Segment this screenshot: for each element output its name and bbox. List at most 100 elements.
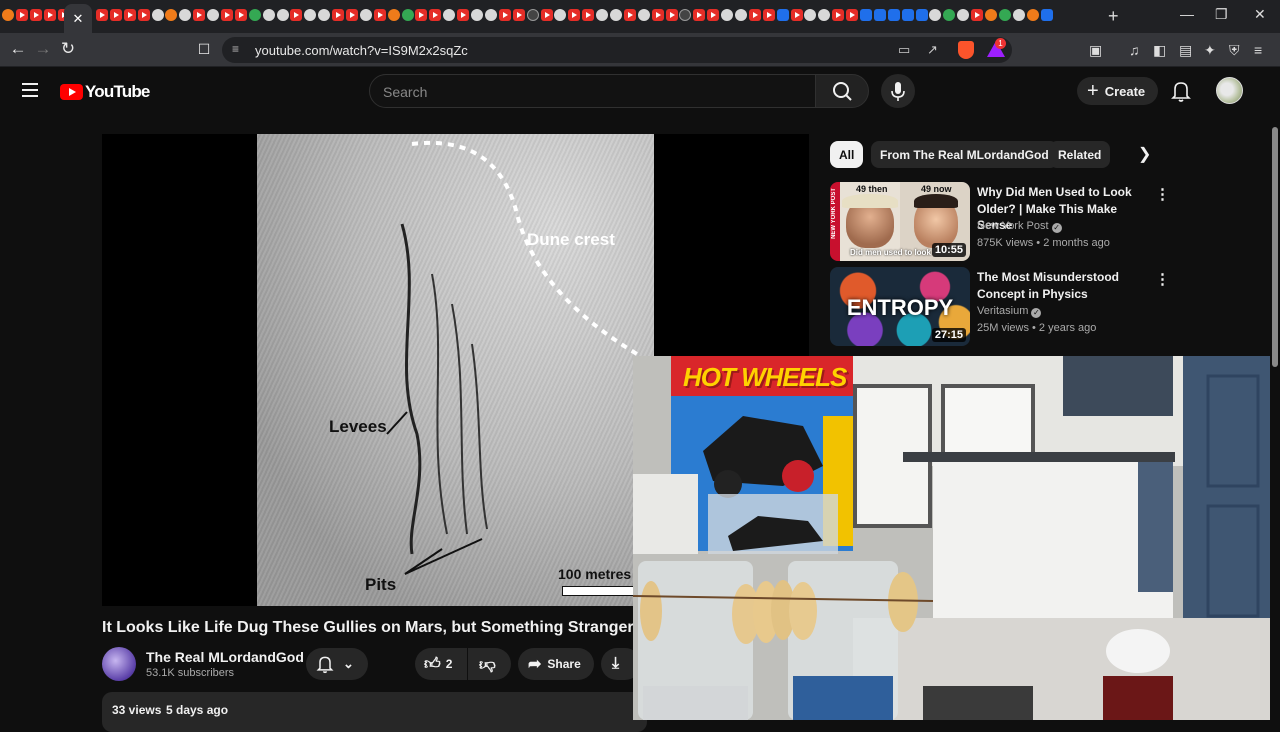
tab-favicon-icon[interactable]	[957, 9, 970, 21]
tab-favicon-icon[interactable]	[415, 9, 428, 21]
scrollbar-thumb[interactable]	[1272, 127, 1278, 367]
tab-favicon-icon[interactable]	[887, 9, 900, 21]
back-icon[interactable]: ←	[7, 39, 29, 59]
tab-favicon-icon[interactable]	[943, 9, 956, 21]
tab-close-icon[interactable]: ✕	[73, 11, 84, 27]
tab-favicon-icon[interactable]	[985, 9, 997, 21]
brave-shields-icon[interactable]	[958, 41, 974, 59]
search-input[interactable]: Search	[369, 74, 816, 108]
tab-favicon-icon[interactable]	[582, 9, 595, 21]
tab-favicon-icon[interactable]	[790, 9, 803, 21]
tab-favicon-icon[interactable]	[193, 9, 206, 21]
cast-icon[interactable]: ▭	[898, 42, 910, 58]
tab-favicon-icon[interactable]	[29, 9, 42, 21]
tab-favicon-icon[interactable]	[471, 9, 484, 21]
tab-favicon-icon[interactable]	[596, 9, 609, 21]
tab-favicon-icon[interactable]	[151, 9, 164, 21]
tab-favicon-icon[interactable]	[721, 9, 734, 21]
tab-favicon-icon[interactable]	[498, 9, 511, 21]
tab-favicon-icon[interactable]	[1040, 9, 1053, 21]
tab-favicon-icon[interactable]	[859, 9, 872, 21]
tab-favicon-icon[interactable]	[915, 9, 928, 21]
tab-favicon-icon[interactable]	[429, 9, 442, 21]
dislike-button[interactable]: 👍︎	[468, 648, 511, 680]
tab-favicon-icon[interactable]	[373, 9, 386, 21]
tab-favicon-icon[interactable]	[873, 9, 886, 21]
share-page-icon[interactable]: ↗	[927, 42, 938, 58]
youtube-logo[interactable]: YouTube	[60, 82, 150, 102]
chip-related[interactable]: Related	[1049, 141, 1111, 168]
site-info-icon[interactable]: ≡	[232, 42, 239, 56]
tab-favicon-icon[interactable]	[526, 9, 539, 21]
background-tabs[interactable]	[96, 9, 1096, 23]
screenshot-icon[interactable]: ▣	[1089, 42, 1102, 59]
tab-favicon-icon[interactable]	[262, 9, 275, 21]
tab-favicon-icon[interactable]	[15, 9, 28, 21]
active-tab[interactable]: ✕	[64, 4, 92, 33]
chip-from-channel[interactable]: From The Real MLordandGod	[871, 141, 1058, 168]
tab-favicon-icon[interactable]	[734, 9, 747, 21]
tab-favicon-icon[interactable]	[693, 9, 706, 21]
tab-favicon-icon[interactable]	[359, 9, 372, 21]
tab-favicon-icon[interactable]	[137, 9, 150, 21]
recommendation-channel[interactable]: Veritasium ✓	[977, 305, 1042, 318]
tab-favicon-icon[interactable]	[762, 9, 775, 21]
tab-favicon-icon[interactable]	[665, 9, 678, 21]
tab-favicon-icon[interactable]	[832, 9, 845, 21]
tab-favicon-icon[interactable]	[679, 9, 692, 21]
tab-favicon-icon[interactable]	[346, 9, 359, 21]
reload-icon[interactable]: ↻	[57, 39, 79, 59]
tab-favicon-icon[interactable]	[179, 9, 192, 21]
maximize-button[interactable]: ❐	[1215, 6, 1228, 23]
menu-icon[interactable]: ≡	[1254, 42, 1262, 58]
tab-favicon-icon[interactable]	[332, 9, 345, 21]
minimize-button[interactable]: —	[1180, 6, 1194, 22]
tab-favicon-icon[interactable]	[304, 9, 317, 21]
tab-favicon-icon[interactable]	[318, 9, 331, 21]
tab-favicon-icon[interactable]	[165, 9, 178, 21]
chevron-right-icon[interactable]: ❯	[1138, 144, 1151, 164]
bookmark-icon[interactable]: ☐	[193, 41, 215, 58]
tab-favicon-icon[interactable]	[234, 9, 247, 21]
tab-favicon-icon[interactable]	[207, 9, 220, 21]
tab-favicon-icon[interactable]	[748, 9, 761, 21]
new-tab-button[interactable]: +	[1108, 6, 1119, 27]
tab-favicon-icon[interactable]	[637, 9, 650, 21]
url-text[interactable]: youtube.com/watch?v=IS9M2x2sqZc	[255, 43, 468, 58]
share-button[interactable]: ➦ Share	[518, 648, 594, 680]
guide-menu-icon[interactable]	[22, 83, 38, 97]
tab-favicon-icon[interactable]	[387, 9, 400, 21]
description-box[interactable]: 33 views 5 days ago	[102, 692, 647, 732]
media-icon[interactable]: ♫	[1129, 42, 1140, 58]
chip-all[interactable]: All	[830, 141, 864, 168]
address-bar[interactable]: ≡ youtube.com/watch?v=IS9M2x2sqZc ▭ ↗	[222, 37, 1012, 63]
tab-favicon-icon[interactable]	[901, 9, 914, 21]
tab-favicon-icon[interactable]	[971, 9, 984, 21]
search-button[interactable]	[815, 74, 869, 108]
tab-favicon-icon[interactable]	[443, 9, 456, 21]
more-actions-icon[interactable]: ⋮	[1155, 185, 1170, 203]
tab-favicon-icon[interactable]	[651, 9, 664, 21]
tab-favicon-icon[interactable]	[221, 9, 234, 21]
tab-favicon-icon[interactable]	[623, 9, 636, 21]
sidebar-icon[interactable]: ◧	[1153, 42, 1166, 59]
notifications-button[interactable]	[1169, 79, 1193, 108]
tab-favicon-icon[interactable]	[568, 9, 581, 21]
tab-favicon-icon[interactable]	[512, 9, 525, 21]
wallet-icon[interactable]: ▤	[1179, 42, 1192, 59]
tab-favicon-icon[interactable]	[554, 9, 567, 21]
tab-favicon-icon[interactable]	[484, 9, 497, 21]
tab-favicon-icon[interactable]	[109, 9, 122, 21]
tab-favicon-icon[interactable]	[43, 9, 56, 21]
tab-favicon-icon[interactable]	[846, 9, 859, 21]
channel-avatar[interactable]	[102, 647, 136, 681]
tab-favicon-icon[interactable]	[457, 9, 470, 21]
voice-search-button[interactable]	[881, 74, 915, 108]
tab-favicon-icon[interactable]	[2, 9, 14, 21]
forward-icon[interactable]: →	[32, 39, 54, 59]
tab-favicon-icon[interactable]	[540, 9, 553, 21]
close-window-button[interactable]: ✕	[1254, 6, 1266, 23]
recommendation-item[interactable]: NEW YORK POST 49 then 49 now Did men use…	[830, 182, 1240, 262]
account-avatar[interactable]	[1216, 77, 1243, 104]
tab-favicon-icon[interactable]	[1012, 9, 1025, 21]
